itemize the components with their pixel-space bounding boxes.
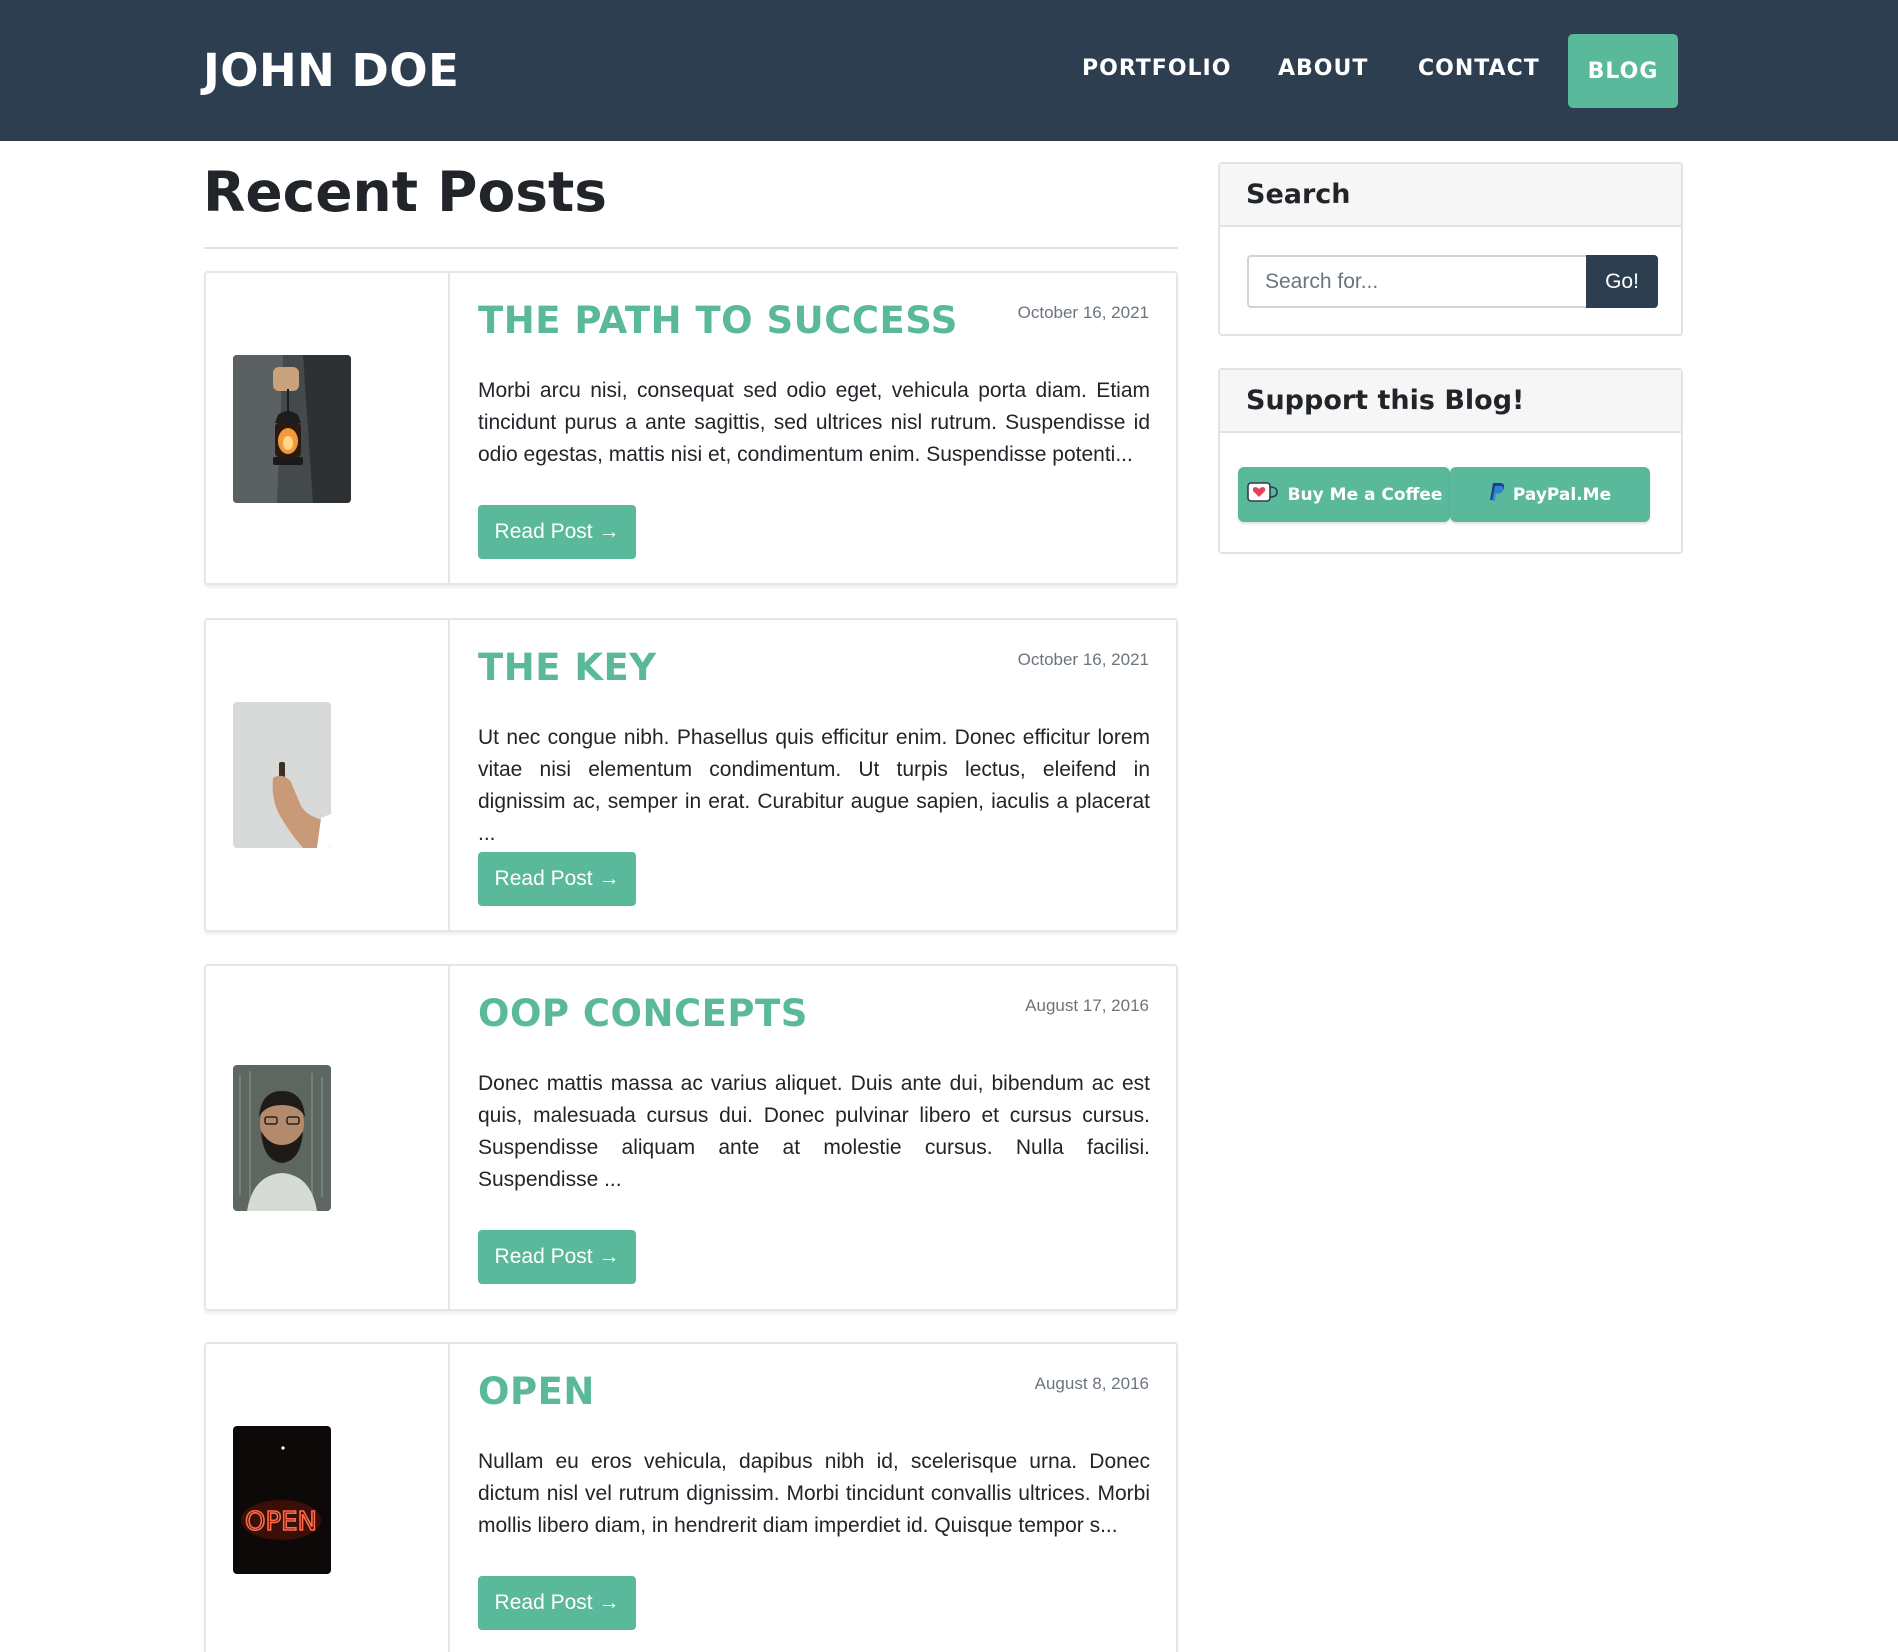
- post-excerpt: Nullam eu eros vehicula, dapibus nibh id…: [478, 1450, 1150, 1537]
- nav-about[interactable]: ABOUT: [1278, 56, 1368, 81]
- post-title[interactable]: THE KEY: [478, 646, 657, 689]
- buy-me-a-coffee-button[interactable]: Buy Me a Coffee: [1238, 467, 1450, 522]
- post-date: August 17, 2016: [1025, 996, 1149, 1015]
- search-go-button[interactable]: Go!: [1586, 255, 1658, 308]
- post-title[interactable]: OPEN: [478, 1370, 595, 1413]
- post-card: OPEN OPEN August 8, 2016 Nullam eu eros …: [204, 1342, 1178, 1652]
- post-date: October 16, 2021: [1017, 650, 1149, 669]
- read-post-button[interactable]: Read Post →: [478, 1576, 636, 1630]
- coffee-cup-icon: [1246, 480, 1280, 509]
- post-title[interactable]: OOP CONCEPTS: [478, 992, 808, 1035]
- post-title[interactable]: THE PATH TO SUCCESS: [478, 299, 958, 342]
- nav-portfolio[interactable]: PORTFOLIO: [1082, 56, 1231, 81]
- post-thumbnail-open-sign[interactable]: OPEN: [233, 1426, 331, 1574]
- navbar: JOHN DOE PORTFOLIO ABOUT CONTACT BLOG: [0, 0, 1898, 141]
- search-widget-heading: Search: [1220, 164, 1681, 227]
- brand-logo[interactable]: JOHN DOE: [203, 44, 459, 97]
- nav-contact[interactable]: CONTACT: [1418, 56, 1540, 81]
- post-thumbnail-key[interactable]: [233, 702, 331, 848]
- post-date: August 8, 2016: [1034, 1374, 1149, 1393]
- read-post-button[interactable]: Read Post →: [478, 852, 636, 906]
- support-widget: Support this Blog! Buy Me a Coffee PayPa…: [1218, 368, 1683, 554]
- post-thumbnail-lantern[interactable]: [233, 355, 351, 503]
- search-widget: Search Go!: [1218, 162, 1683, 336]
- post-thumbnail-portrait[interactable]: [233, 1065, 331, 1211]
- nav-blog[interactable]: BLOG: [1568, 34, 1678, 108]
- post-card: OOP CONCEPTS August 17, 2016 Donec matti…: [204, 964, 1178, 1311]
- paypal-icon: [1489, 482, 1505, 507]
- read-post-button[interactable]: Read Post →: [478, 1230, 636, 1284]
- search-input[interactable]: [1247, 255, 1586, 308]
- svg-text:OPEN: OPEN: [245, 1507, 317, 1537]
- read-post-button[interactable]: Read Post →: [478, 505, 636, 559]
- post-excerpt: Morbi arcu nisi, consequat sed odio eget…: [478, 379, 1150, 466]
- post-excerpt: Donec mattis massa ac varius aliquet. Du…: [478, 1072, 1150, 1191]
- buy-me-a-coffee-label: Buy Me a Coffee: [1287, 484, 1443, 505]
- title-divider: [204, 247, 1178, 249]
- support-widget-heading: Support this Blog!: [1220, 370, 1681, 433]
- post-excerpt: Ut nec congue nibh. Phasellus quis effic…: [478, 726, 1150, 845]
- post-card: THE PATH TO SUCCESS October 16, 2021 Mor…: [204, 271, 1178, 585]
- post-date: October 16, 2021: [1017, 303, 1149, 322]
- paypal-me-label: PayPal.Me: [1512, 484, 1612, 505]
- paypal-me-button[interactable]: PayPal.Me: [1450, 467, 1650, 522]
- page-title: Recent Posts: [203, 160, 608, 224]
- post-card: THE KEY October 16, 2021 Ut nec congue n…: [204, 618, 1178, 932]
